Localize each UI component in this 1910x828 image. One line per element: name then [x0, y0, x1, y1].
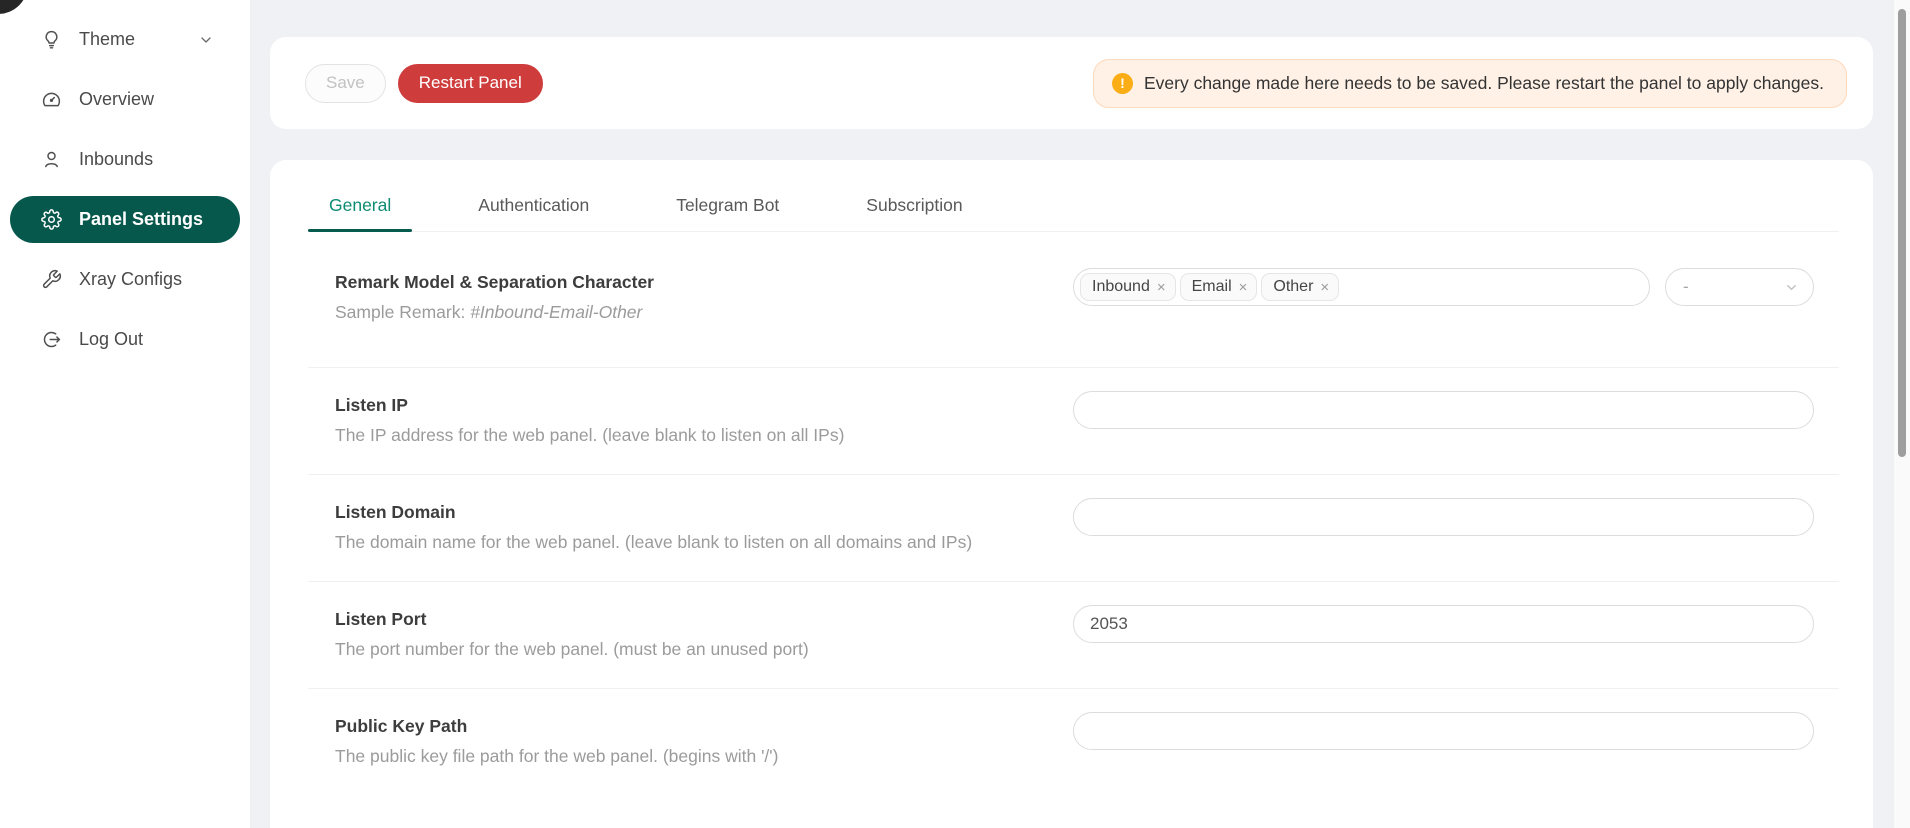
warning-alert-text: Every change made here needs to be saved… [1144, 73, 1824, 94]
row-description: The port number for the web panel. (must… [335, 639, 995, 660]
listen-port-input[interactable] [1073, 605, 1814, 643]
sample-remark-prefix: Sample Remark: [335, 302, 470, 322]
row-description: The IP address for the web panel. (leave… [335, 425, 995, 446]
sidebar-item-label: Panel Settings [79, 209, 203, 230]
row-label-block: Listen Port The port number for the web … [335, 609, 1035, 660]
row-title: Public Key Path [335, 716, 995, 737]
sidebar-item-label: Log Out [79, 329, 143, 350]
tab-authentication[interactable]: Authentication [457, 180, 610, 231]
row-control [1073, 605, 1814, 660]
tag-close-icon[interactable]: × [1320, 280, 1329, 295]
sidebar-item-inbounds[interactable]: Inbounds [10, 136, 240, 183]
row-listen-domain: Listen Domain The domain name for the we… [308, 475, 1839, 582]
sidebar-item-label: Xray Configs [79, 269, 182, 290]
row-description: Sample Remark: #Inbound-Email-Other [335, 302, 995, 323]
save-button[interactable]: Save [305, 64, 386, 103]
row-control [1073, 712, 1814, 767]
tab-subscription[interactable]: Subscription [845, 180, 983, 231]
scrollbar-track [1894, 0, 1910, 828]
tag-label: Other [1273, 278, 1313, 296]
chevron-down-icon [198, 32, 214, 48]
row-label-block: Listen Domain The domain name for the we… [335, 502, 1035, 553]
row-label-block: Public Key Path The public key file path… [335, 716, 1035, 767]
listen-ip-input[interactable] [1073, 391, 1814, 429]
tag-label: Inbound [1092, 278, 1150, 296]
row-control [1073, 391, 1814, 446]
tag-close-icon[interactable]: × [1157, 280, 1166, 295]
settings-tabs: General Authentication Telegram Bot Subs… [308, 160, 1839, 232]
listen-domain-input[interactable] [1073, 498, 1814, 536]
warning-alert: ! Every change made here needs to be sav… [1093, 59, 1847, 108]
chevron-down-icon [1784, 280, 1799, 295]
row-title: Listen IP [335, 395, 995, 416]
tag-inbound: Inbound × [1080, 273, 1176, 301]
sidebar-item-overview[interactable]: Overview [10, 76, 240, 123]
tab-telegram-bot[interactable]: Telegram Bot [655, 180, 800, 231]
row-control: Inbound × Email × Other × - [1073, 268, 1814, 323]
sidebar-item-log-out[interactable]: Log Out [10, 316, 240, 363]
sidebar-item-label: Inbounds [79, 149, 153, 170]
logout-icon [40, 329, 62, 351]
sidebar-item-label: Theme [79, 29, 135, 50]
sidebar-item-panel-settings[interactable]: Panel Settings [10, 196, 240, 243]
wrench-icon [40, 269, 62, 291]
row-label-block: Listen IP The IP address for the web pan… [335, 395, 1035, 446]
row-title: Listen Port [335, 609, 995, 630]
row-listen-port: Listen Port The port number for the web … [308, 582, 1839, 689]
toolbar-card: Save Restart Panel ! Every change made h… [270, 37, 1873, 129]
sample-remark-value: #Inbound-Email-Other [470, 302, 642, 322]
settings-card: General Authentication Telegram Bot Subs… [270, 160, 1873, 828]
row-label-block: Remark Model & Separation Character Samp… [335, 272, 1035, 323]
sidebar: Theme Overview Inbounds [0, 0, 250, 828]
row-title: Remark Model & Separation Character [335, 272, 995, 293]
select-value: - [1683, 277, 1689, 297]
row-title: Listen Domain [335, 502, 995, 523]
row-listen-ip: Listen IP The IP address for the web pan… [308, 368, 1839, 475]
row-public-key-path: Public Key Path The public key file path… [308, 689, 1839, 795]
sidebar-item-label: Overview [79, 89, 154, 110]
sidebar-item-xray-configs[interactable]: Xray Configs [10, 256, 240, 303]
restart-panel-button[interactable]: Restart Panel [398, 64, 543, 103]
main-content: Save Restart Panel ! Every change made h… [250, 0, 1910, 828]
gear-icon [40, 209, 62, 231]
tag-other: Other × [1261, 273, 1339, 301]
lightbulb-icon [40, 29, 62, 51]
separation-character-select[interactable]: - [1665, 268, 1814, 306]
tag-email: Email × [1180, 273, 1258, 301]
remark-model-tags-input[interactable]: Inbound × Email × Other × [1073, 268, 1650, 306]
settings-rows: Remark Model & Separation Character Samp… [308, 246, 1839, 795]
scrollbar-thumb[interactable] [1898, 9, 1906, 457]
person-icon [40, 149, 62, 171]
warning-icon: ! [1112, 73, 1133, 94]
row-remark-model: Remark Model & Separation Character Samp… [308, 246, 1839, 368]
sidebar-item-theme[interactable]: Theme [10, 16, 240, 63]
tag-close-icon[interactable]: × [1239, 280, 1248, 295]
tab-general[interactable]: General [308, 180, 412, 231]
row-description: The domain name for the web panel. (leav… [335, 532, 995, 553]
corner-blob [0, 0, 28, 14]
public-key-path-input[interactable] [1073, 712, 1814, 750]
row-control [1073, 498, 1814, 553]
tag-label: Email [1192, 278, 1232, 296]
row-description: The public key file path for the web pan… [335, 746, 995, 767]
gauge-icon [40, 89, 62, 111]
